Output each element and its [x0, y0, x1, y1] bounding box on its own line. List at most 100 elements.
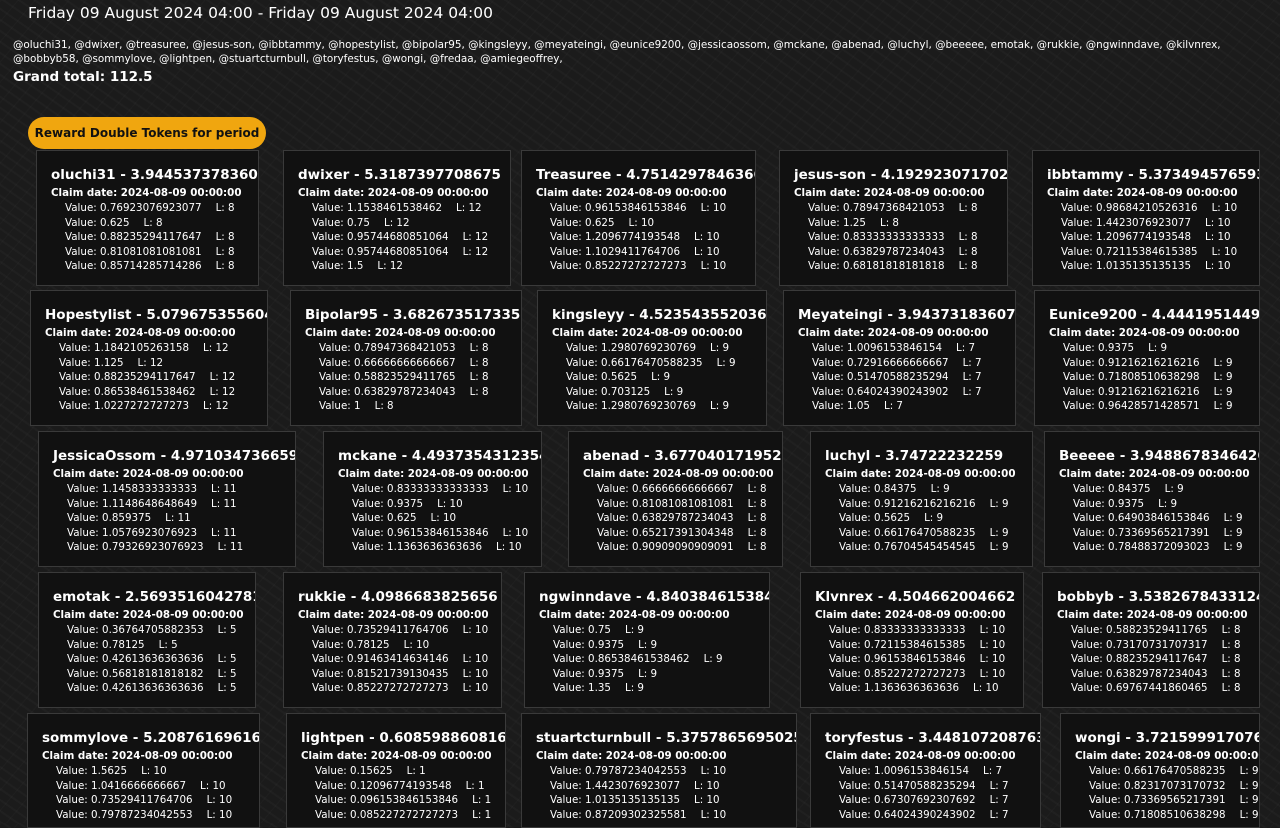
level-text: L: 9 — [1213, 385, 1233, 398]
user-card: ibbtammy - 5.373494576593 Claim date: 202… — [1032, 150, 1260, 286]
value-row: Value: 0.91216216216216 L: 9 — [1063, 385, 1233, 400]
level-text: L: 9 — [651, 371, 671, 384]
value-text: Value: 0.83333333333333 — [352, 483, 489, 495]
user-card: oluchi31 - 3.9445373783609 Claim date: 20… — [36, 150, 259, 286]
value-text: Value: 0.85227272727273 — [550, 260, 687, 273]
value-row: Value: 1.0576923076923 L: 11 — [67, 526, 243, 541]
user-card: stuartcturnbull - 5.3757865695025 Claim d… — [521, 713, 797, 828]
value-text: Value: 1.4423076923077 — [1061, 216, 1192, 229]
value-text: Value: 0.96153846153846 — [829, 653, 966, 666]
value-row: Value: 1.1029411764706 L: 10 — [550, 245, 726, 260]
level-text: L: 10 — [694, 231, 720, 244]
user-card: kingsleyy - 4.5235435520362 Claim date: 2… — [537, 290, 767, 426]
value-text: Value: 1.0227272727273 — [59, 400, 190, 413]
value-row: Value: 0.96153846153846 L: 10 — [550, 201, 726, 216]
level-text: L: 8 — [469, 356, 489, 369]
value-list: Value: 0.84375 L: 9 Value: 0.9121621621621… — [839, 482, 1009, 555]
claim-date: Claim date: 2024-08-09 00:00:00 — [1057, 609, 1248, 621]
user-card: Meyateingi - 3.943731836074 Claim date: 2… — [783, 290, 1016, 426]
value-row: Value: 0.72115384615385 L: 10 — [829, 638, 1005, 653]
level-text: L: 11 — [211, 483, 237, 495]
value-text: Value: 0.73170731707317 — [1071, 638, 1208, 651]
claim-date: Claim date: 2024-08-09 00:00:00 — [45, 327, 236, 339]
level-text: L: 11 — [211, 497, 237, 510]
claim-date: Claim date: 2024-08-09 00:00:00 — [305, 327, 496, 339]
value-text: Value: 0.81081081081081 — [597, 497, 734, 510]
value-row: Value: 0.625 L: 10 — [352, 511, 528, 526]
value-row: Value: 0.5625 L: 9 — [839, 511, 1009, 526]
value-row: Value: 1.2096774193548 L: 10 — [1061, 230, 1237, 245]
value-text: Value: 0.78125 — [67, 638, 145, 651]
level-text: L: 10 — [1205, 231, 1231, 244]
value-text: Value: 0.78947368421053 — [808, 202, 945, 214]
level-text: L: 9 — [989, 497, 1009, 510]
level-text: L: 10 — [700, 808, 727, 821]
user-card: sommylove - 5.2087616961679 Claim date: 2… — [27, 713, 260, 828]
value-list: Value: 0.75 L: 9 Value: 0.9375 L: 9 Value: 0… — [553, 623, 723, 696]
value-row: Value: 0.96153846153846 L: 10 — [352, 526, 528, 541]
value-row: Value: 0.42613636363636 L: 5 — [67, 652, 237, 667]
level-text: L: 8 — [1221, 653, 1241, 666]
level-text: L: 10 — [973, 682, 999, 695]
value-text: Value: 0.9375 — [1063, 342, 1135, 354]
level-text: L: 9 — [1223, 541, 1243, 554]
user-card: luchyl - 3.74722232259 Claim date: 2024-0… — [810, 431, 1033, 567]
value-list: Value: 1.0096153846154 L: 7 Value: 0.51470… — [839, 764, 1009, 822]
claim-date: Claim date: 2024-08-09 00:00:00 — [298, 609, 489, 621]
level-text: L: 10 — [462, 667, 489, 680]
value-row: Value: 1.1842105263158 L: 12 — [59, 341, 235, 356]
level-text: L: 12 — [462, 245, 489, 258]
value-text: Value: 0.42613636363636 — [67, 653, 204, 666]
level-text: L: 5 — [217, 682, 237, 695]
value-text: Value: 0.9375 — [352, 497, 424, 510]
value-text: Value: 1.1458333333333 — [67, 483, 198, 495]
level-text: L: 5 — [217, 653, 237, 666]
level-text: L: 10 — [206, 794, 233, 807]
level-text: L: 8 — [215, 202, 235, 214]
value-row: Value: 1.1538461538462 L: 12 — [312, 201, 488, 216]
value-row: Value: 0.71808510638298 L: 9 — [1063, 370, 1233, 385]
level-text: L: 5 — [158, 638, 178, 651]
value-text: Value: 0.69767441860465 — [1071, 682, 1208, 695]
value-row: Value: 0.76704545454545 L: 9 — [839, 540, 1009, 555]
value-row: Value: 1.0135135135135 L: 10 — [550, 793, 726, 808]
value-row: Value: 0.95744680851064 L: 12 — [312, 230, 488, 245]
card-title: rukkie - 4.0986683825656 — [298, 589, 498, 605]
value-list: Value: 0.73529411764706 L: 10 Value: 0.781… — [312, 623, 488, 696]
value-text: Value: 1 — [319, 400, 361, 413]
level-text: L: 12 — [377, 260, 403, 273]
level-text: L: 8 — [747, 483, 767, 495]
value-text: Value: 0.63829787234043 — [808, 245, 945, 258]
value-row: Value: 1.05 L: 7 — [812, 399, 982, 414]
value-row: Value: 1.0096153846154 L: 7 — [812, 341, 982, 356]
value-text: Value: 0.63829787234043 — [319, 385, 456, 398]
value-row: Value: 0.91216216216216 L: 9 — [839, 497, 1009, 512]
card-title: wongi - 3.7215999170768 — [1075, 730, 1260, 746]
value-row: Value: 0.64024390243902 L: 7 — [812, 385, 982, 400]
value-row: Value: 1.0227272727273 L: 12 — [59, 399, 235, 414]
value-text: Value: 0.66176470588235 — [566, 356, 703, 369]
value-text: Value: 0.79787234042553 — [550, 765, 687, 777]
value-text: Value: 0.64903846153846 — [1073, 512, 1210, 525]
value-row: Value: 1.125 L: 12 — [59, 356, 235, 371]
value-list: Value: 0.78947368421053 L: 8 Value: 0.6666… — [319, 341, 489, 414]
card-title: Treasuree - 4.7514297846366 — [536, 167, 756, 183]
value-text: Value: 0.91216216216216 — [1063, 356, 1200, 369]
value-row: Value: 0.625 L: 8 — [65, 216, 235, 231]
value-row: Value: 0.63829787234043 L: 8 — [597, 511, 767, 526]
value-text: Value: 1.5 — [312, 260, 364, 273]
value-text: Value: 0.085227272727273 — [315, 808, 459, 821]
claim-date: Claim date: 2024-08-09 00:00:00 — [539, 609, 730, 621]
claim-date: Claim date: 2024-08-09 00:00:00 — [815, 609, 1006, 621]
reward-double-tokens-button[interactable]: Reward Double Tokens for period — [28, 117, 266, 149]
level-text: L: 9 — [624, 682, 644, 695]
value-text: Value: 0.72115384615385 — [1061, 245, 1198, 258]
claim-date: Claim date: 2024-08-09 00:00:00 — [1075, 750, 1260, 762]
value-row: Value: 0.63829787234043 L: 8 — [1071, 667, 1241, 682]
value-row: Value: 1.5625 L: 10 — [56, 764, 232, 779]
value-text: Value: 0.88235294117647 — [1071, 653, 1208, 666]
value-row: Value: 0.95744680851064 L: 12 — [312, 245, 488, 260]
value-text: Value: 1.2980769230769 — [566, 400, 697, 413]
value-text: Value: 0.12096774193548 — [315, 779, 452, 792]
level-text: L: 7 — [989, 779, 1009, 792]
